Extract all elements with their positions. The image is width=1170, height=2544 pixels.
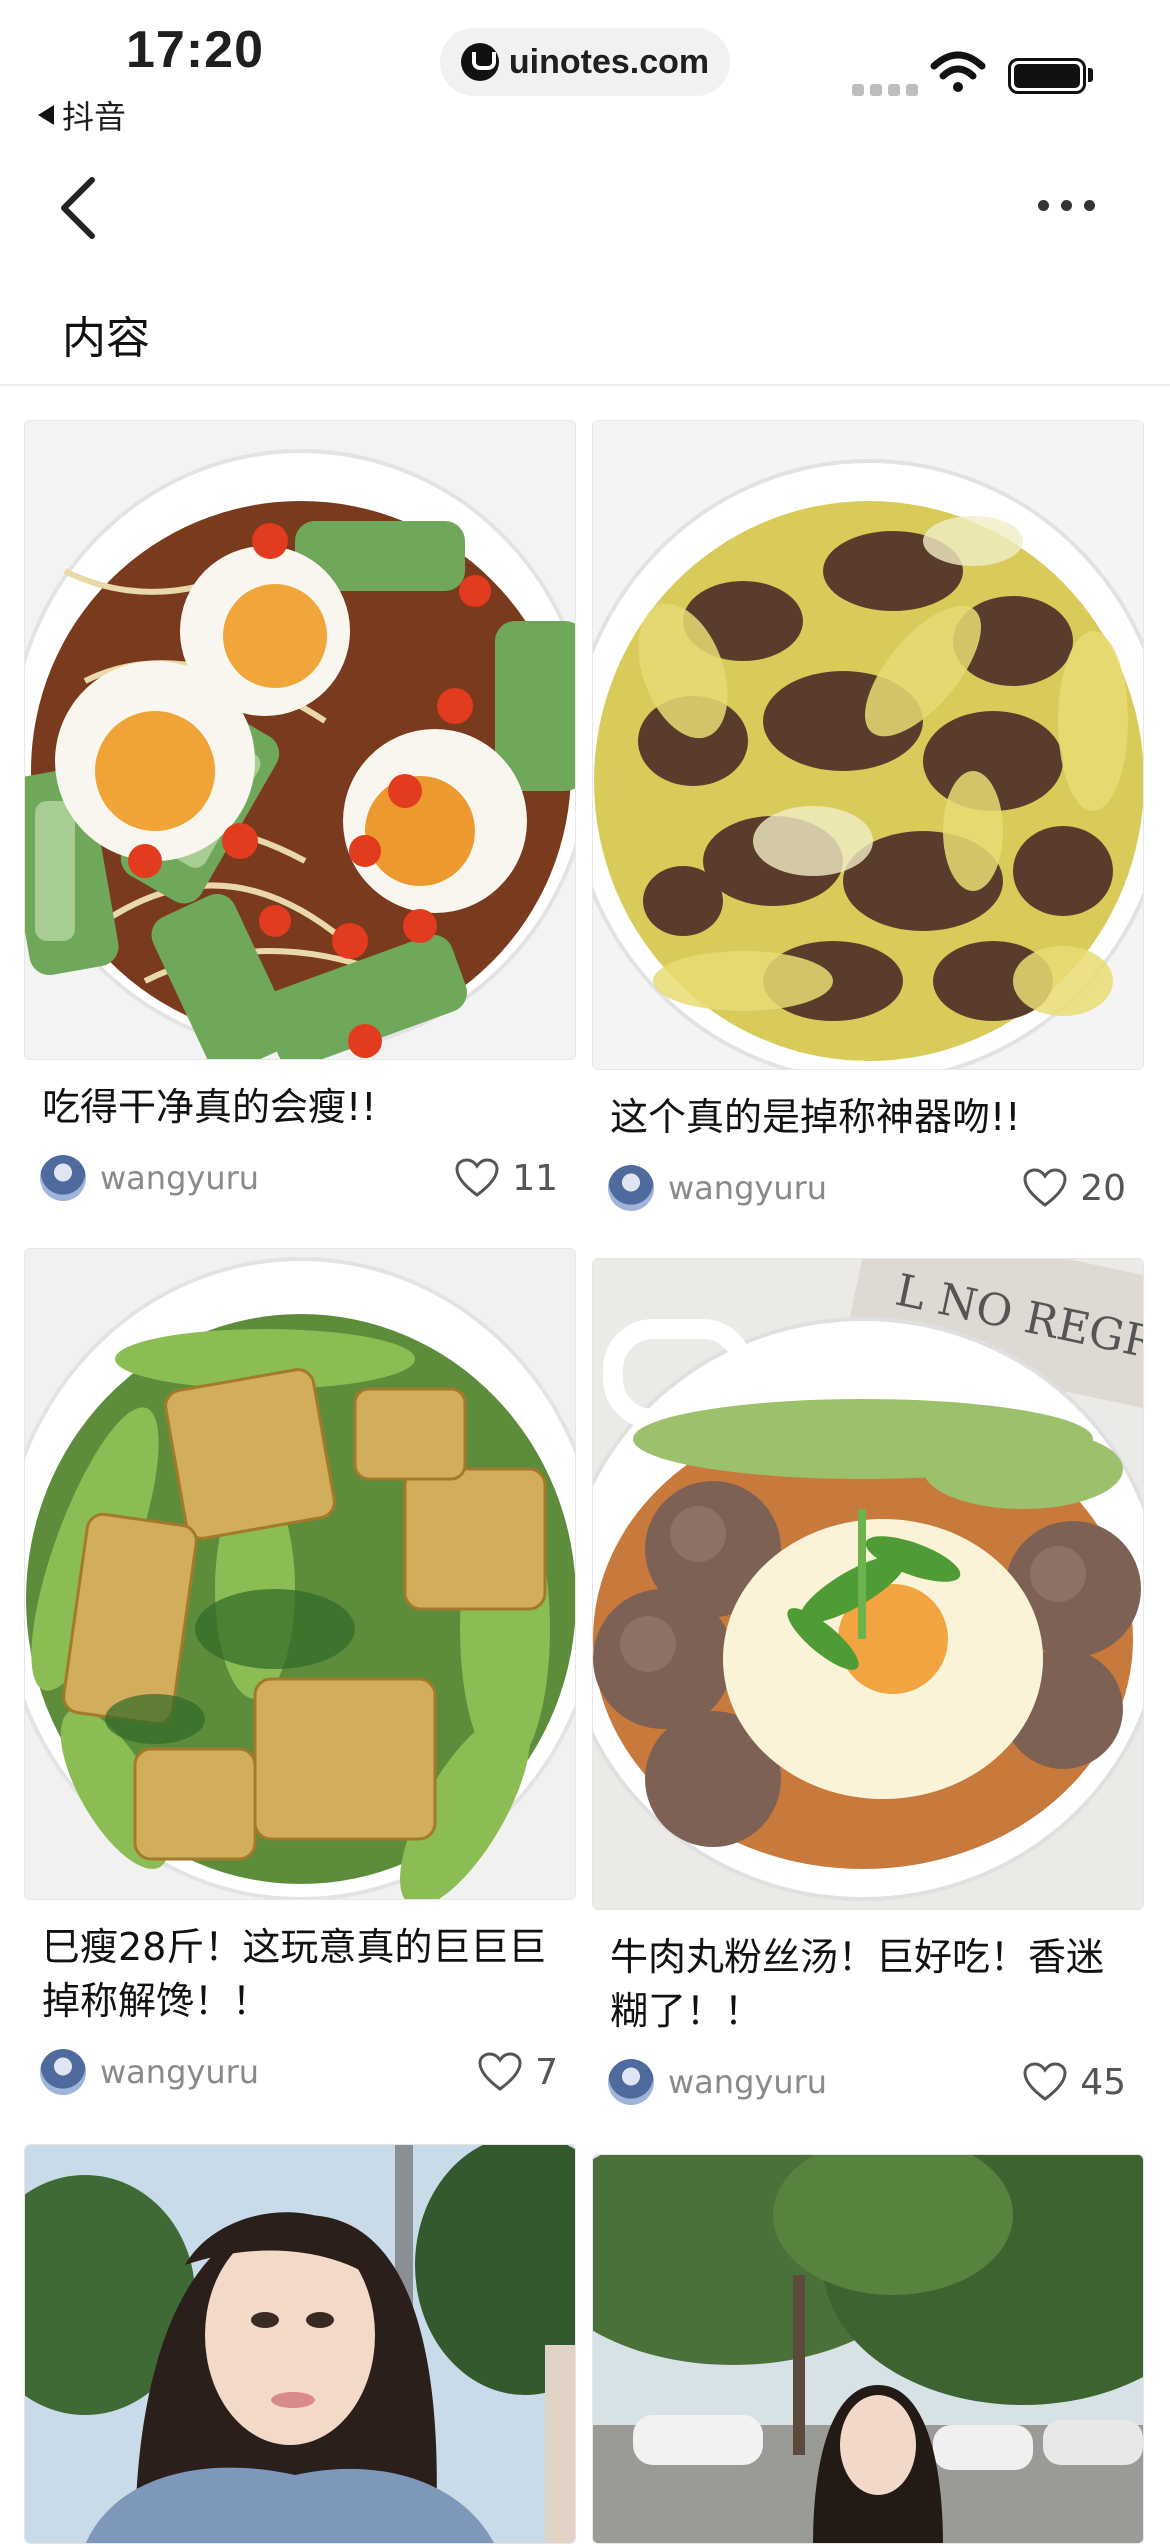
wifi-icon (930, 51, 986, 92)
post-title: 巳瘦28斤！这玩意真的巨巨巨掉称解馋！！ (42, 1925, 547, 2023)
battery-icon (1008, 58, 1086, 94)
like-button[interactable]: 20 (1022, 1167, 1126, 1209)
post-image[interactable]: L NO REGR (592, 1258, 1144, 1910)
author-name[interactable]: wangyuru (100, 1159, 454, 1197)
post-image[interactable] (24, 1248, 576, 1900)
author-name[interactable]: wangyuru (668, 2063, 1022, 2101)
like-button[interactable]: 45 (1022, 2061, 1126, 2103)
like-count: 45 (1080, 2061, 1126, 2103)
post-title: 牛肉丸粉丝汤！巨好吃！香迷糊了！！ (610, 1935, 1105, 2033)
avatar[interactable] (40, 2049, 86, 2095)
status-time: 17:20 (126, 21, 264, 79)
heart-outline-icon (1023, 1168, 1067, 1207)
post-card[interactable]: 巳瘦28斤！这玩意真的巨巨巨掉称解馋！！ wangyuru 7 (24, 1248, 576, 2098)
post-card[interactable]: 这个真的是掉称神器吻!! wangyuru 20 (592, 420, 1144, 1214)
heart-outline-icon (1023, 2062, 1067, 2101)
more-horizontal-icon[interactable] (1038, 200, 1095, 211)
post-card[interactable] (592, 2154, 1144, 2544)
like-count: 20 (1080, 1167, 1126, 1209)
post-card[interactable]: L NO REGR 牛肉丸粉丝汤！巨好吃！香迷糊了！！ wangyuru 45 (592, 1258, 1144, 2108)
back-app-label: 抖音 (62, 98, 127, 136)
battery-nub (1088, 68, 1093, 82)
author-name[interactable]: wangyuru (668, 1169, 1022, 1207)
heart-outline-icon (478, 2052, 522, 2091)
avatar[interactable] (40, 1155, 86, 1201)
section-title: 内容 (62, 313, 150, 364)
post-title: 吃得干净真的会瘦!! (42, 1085, 377, 1129)
avatar[interactable] (608, 2059, 654, 2105)
heart-outline-icon (455, 1158, 499, 1197)
like-count: 11 (512, 1157, 558, 1199)
author-name[interactable]: wangyuru (100, 2053, 477, 2091)
back-to-app-button[interactable]: 抖音 (38, 92, 126, 138)
post-card[interactable] (24, 2144, 576, 2544)
avatar[interactable] (608, 1165, 654, 1211)
site-logo-icon (460, 43, 499, 81)
post-image[interactable] (24, 2144, 576, 2544)
like-button[interactable]: 11 (454, 1157, 558, 1199)
url-text: uinotes.com (508, 42, 710, 81)
url-pill[interactable]: uinotes.com (440, 28, 730, 96)
cellular-signal-icon (852, 84, 918, 96)
post-image[interactable] (592, 2154, 1144, 2544)
post-image[interactable] (24, 420, 576, 1060)
like-button[interactable]: 7 (477, 2051, 558, 2093)
post-title: 这个真的是掉称神器吻!! (610, 1095, 1021, 1139)
like-count: 7 (535, 2051, 558, 2093)
post-card[interactable]: 吃得干净真的会瘦!! wangyuru 11 (24, 420, 576, 1204)
divider (0, 384, 1170, 386)
chevron-left-icon[interactable] (52, 172, 108, 244)
back-triangle-icon (38, 105, 54, 125)
post-image[interactable] (592, 420, 1144, 1070)
